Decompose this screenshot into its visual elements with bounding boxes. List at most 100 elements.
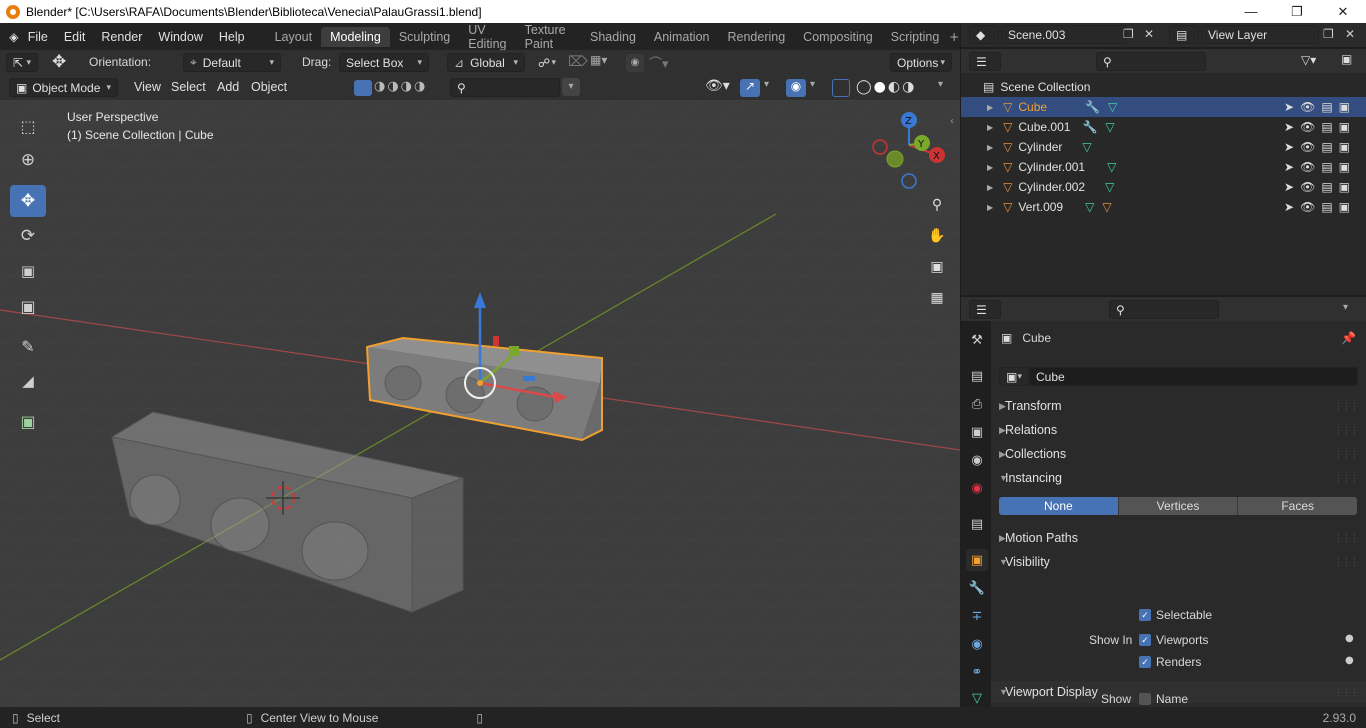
menu-add[interactable]: Add [209, 80, 247, 94]
menu-window[interactable]: Window [150, 30, 210, 44]
transform-tool-button[interactable]: ▣ [10, 290, 46, 322]
measure-tool-button[interactable]: ◢ [10, 365, 46, 397]
camera-view-button[interactable]: ▣ [924, 254, 950, 280]
outliner-root[interactable]: ▤ Scene Collection [961, 77, 1366, 97]
properties-search[interactable]: ⚲ [1109, 300, 1219, 319]
shading-dropdown-icon[interactable]: ▾ [938, 79, 943, 90]
viewport-search[interactable]: ⚲ [450, 78, 560, 97]
menu-edit[interactable]: Edit [56, 30, 94, 44]
row-visibility-icons[interactable]: ➤👁▤▣ [1284, 100, 1356, 114]
cursor-tool-button[interactable]: ⊕ [10, 144, 46, 176]
properties-type-dropdown[interactable]: ☰ [969, 300, 1001, 319]
render-tab-icon[interactable]: ▤ [966, 365, 988, 387]
row-visibility-icons[interactable]: ➤👁▤▣ [1284, 120, 1356, 134]
output-tab-icon[interactable]: ⎙ [966, 393, 988, 415]
overlay-toggle-icon[interactable]: ◉ [786, 79, 806, 97]
tab-modeling[interactable]: Modeling [321, 26, 390, 47]
constraints-tab-icon[interactable]: ⚭ [966, 661, 988, 683]
menu-render[interactable]: Render [93, 30, 150, 44]
properties-options-icon[interactable]: ▾ [1343, 302, 1348, 313]
rotate-tool-button[interactable]: ⟳ [10, 220, 46, 252]
tab-layout[interactable]: Layout [266, 27, 322, 47]
object-tab-icon[interactable]: ▣ [966, 549, 988, 571]
section-visibility[interactable]: ▼ Visibility ⋮⋮⋮ [991, 551, 1366, 573]
gizmo-dropdown-icon[interactable]: ▾ [764, 79, 769, 90]
instancing-faces-button[interactable]: Faces [1237, 497, 1358, 515]
pin-icon[interactable]: 📌 [1341, 331, 1356, 345]
tab-texture-paint[interactable]: Texture Paint [516, 20, 581, 54]
filter-dropdown-icon[interactable]: ▾ [562, 78, 580, 96]
snap-increment-icon[interactable]: ▦▾ [590, 53, 607, 67]
scale-tool-button[interactable]: ▣ [10, 255, 46, 287]
row-visibility-icons[interactable]: ➤👁▤▣ [1284, 160, 1356, 174]
move-tool-button[interactable]: ✥ [10, 185, 46, 217]
zoom-button[interactable]: ⚲ [924, 192, 950, 218]
tab-scripting[interactable]: Scripting [882, 27, 949, 47]
object-type-dropdown[interactable]: ▣ ▾ [999, 367, 1029, 386]
close-window-button[interactable]: ✕ [1320, 0, 1366, 23]
row-visibility-icons[interactable]: ➤👁▤▣ [1284, 180, 1356, 194]
collection-tab-icon[interactable]: ▤ [966, 513, 988, 535]
new-collection-icon[interactable]: ▣ [1341, 52, 1352, 66]
outliner-row-cylinder-001[interactable]: ▶ ▽ Cylinder.001 ▽ ➤👁▤▣ [961, 157, 1366, 177]
delete-scene-icon[interactable]: ✕ [1144, 27, 1154, 41]
copy-view-layer-icon[interactable]: ❐ [1323, 27, 1334, 41]
visibility-eye-icon[interactable]: 👁▾ [705, 78, 730, 94]
outliner-row-cube-001[interactable]: ▶ ▽ Cube.001 🔧 ▽ ➤👁▤▣ [961, 117, 1366, 137]
tab-animation[interactable]: Animation [645, 27, 719, 47]
outliner-row-cylinder-002[interactable]: ▶ ▽ Cylinder.002 ▽ ➤👁▤▣ [961, 177, 1366, 197]
snap-icon[interactable]: ⌦ [568, 53, 588, 70]
tool-mode-dropdown[interactable]: ⇱ ▾ [6, 53, 38, 72]
row-visibility-icons[interactable]: ➤👁▤▣ [1284, 200, 1356, 214]
add-cube-tool-button[interactable]: ▣ [10, 405, 46, 437]
view-layer-field[interactable]: View Layer [1201, 25, 1319, 44]
tool-tab-icon[interactable]: ⚒ [966, 329, 988, 351]
tab-uv-editing[interactable]: UV Editing [459, 20, 515, 54]
shading-mode-icons[interactable]: ◯●◐◑ [856, 79, 916, 95]
tab-compositing[interactable]: Compositing [794, 27, 881, 47]
tab-shading[interactable]: Shading [581, 27, 645, 47]
xray-icon[interactable] [832, 79, 850, 97]
scene-type-dropdown[interactable]: ◆ [969, 25, 999, 44]
object-name-field[interactable]: Cube [1029, 367, 1358, 386]
options-dropdown[interactable]: Options ▾ [890, 53, 952, 72]
data-tab-icon[interactable]: ▽ [966, 687, 988, 709]
viewports-checkbox[interactable]: ✓ Viewports [1139, 633, 1208, 647]
section-instancing[interactable]: ▼ Instancing ⋮⋮⋮ [991, 467, 1366, 489]
pivot-dropdown[interactable]: ☍ ▾ [532, 53, 562, 72]
tab-rendering[interactable]: Rendering [718, 27, 794, 47]
particles-tab-icon[interactable]: ∓ [966, 605, 988, 627]
outliner-row-cylinder[interactable]: ▶ ▽ Cylinder ▽ ➤👁▤▣ [961, 137, 1366, 157]
ortho-toggle-button[interactable]: ▦ [924, 285, 950, 311]
keyframe-dot-icon[interactable]: ● [1345, 655, 1354, 666]
outliner-type-dropdown[interactable]: ☰ [969, 52, 1001, 71]
delete-view-layer-icon[interactable]: ✕ [1345, 27, 1355, 41]
instancing-vertices-button[interactable]: Vertices [1117, 497, 1238, 515]
blender-menu-icon[interactable]: ◈ [8, 28, 20, 46]
select-tool-button[interactable]: ⬚ [10, 110, 46, 142]
restore-button[interactable]: ❐ [1274, 0, 1320, 23]
selectable-checkbox[interactable]: ✓ Selectable [1139, 608, 1212, 622]
show-name-checkbox[interactable]: Name [1139, 692, 1188, 706]
view-layer-type-dropdown[interactable]: ▤ [1169, 25, 1199, 44]
menu-file[interactable]: File [20, 30, 56, 44]
sidebar-toggle-icon[interactable]: ‹ [950, 116, 954, 127]
drag-dropdown[interactable]: Select Box ▾ [339, 53, 429, 72]
section-collections[interactable]: ▶ Collections ⋮⋮⋮ [991, 443, 1366, 465]
section-relations[interactable]: ▶ Relations ⋮⋮⋮ [991, 419, 1366, 441]
renders-checkbox[interactable]: ✓ Renders [1139, 655, 1201, 669]
scene-name-field[interactable]: Scene.003 [1001, 25, 1127, 44]
transform-space-dropdown[interactable]: ⊿ Global ▾ [447, 53, 525, 72]
scene-tab-icon[interactable]: ◉ [966, 449, 988, 471]
3d-viewport[interactable]: Z X Y User Perspective (1) Scene Collect… [0, 100, 960, 707]
select-mode-icons[interactable]: ◑◑◑◑ [374, 79, 427, 94]
select-new-icon[interactable] [354, 80, 372, 96]
pan-button[interactable]: ✋ [924, 223, 950, 249]
proportional-edit-icon[interactable]: ◉ [626, 54, 644, 72]
keyframe-dot-icon[interactable]: ● [1345, 633, 1354, 644]
menu-select[interactable]: Select [163, 80, 214, 94]
gizmo-toggle-icon[interactable]: ↗ [740, 79, 760, 97]
menu-object[interactable]: Object [243, 80, 295, 94]
minimize-button[interactable]: — [1228, 0, 1274, 23]
copy-scene-icon[interactable]: ❐ [1123, 27, 1134, 41]
